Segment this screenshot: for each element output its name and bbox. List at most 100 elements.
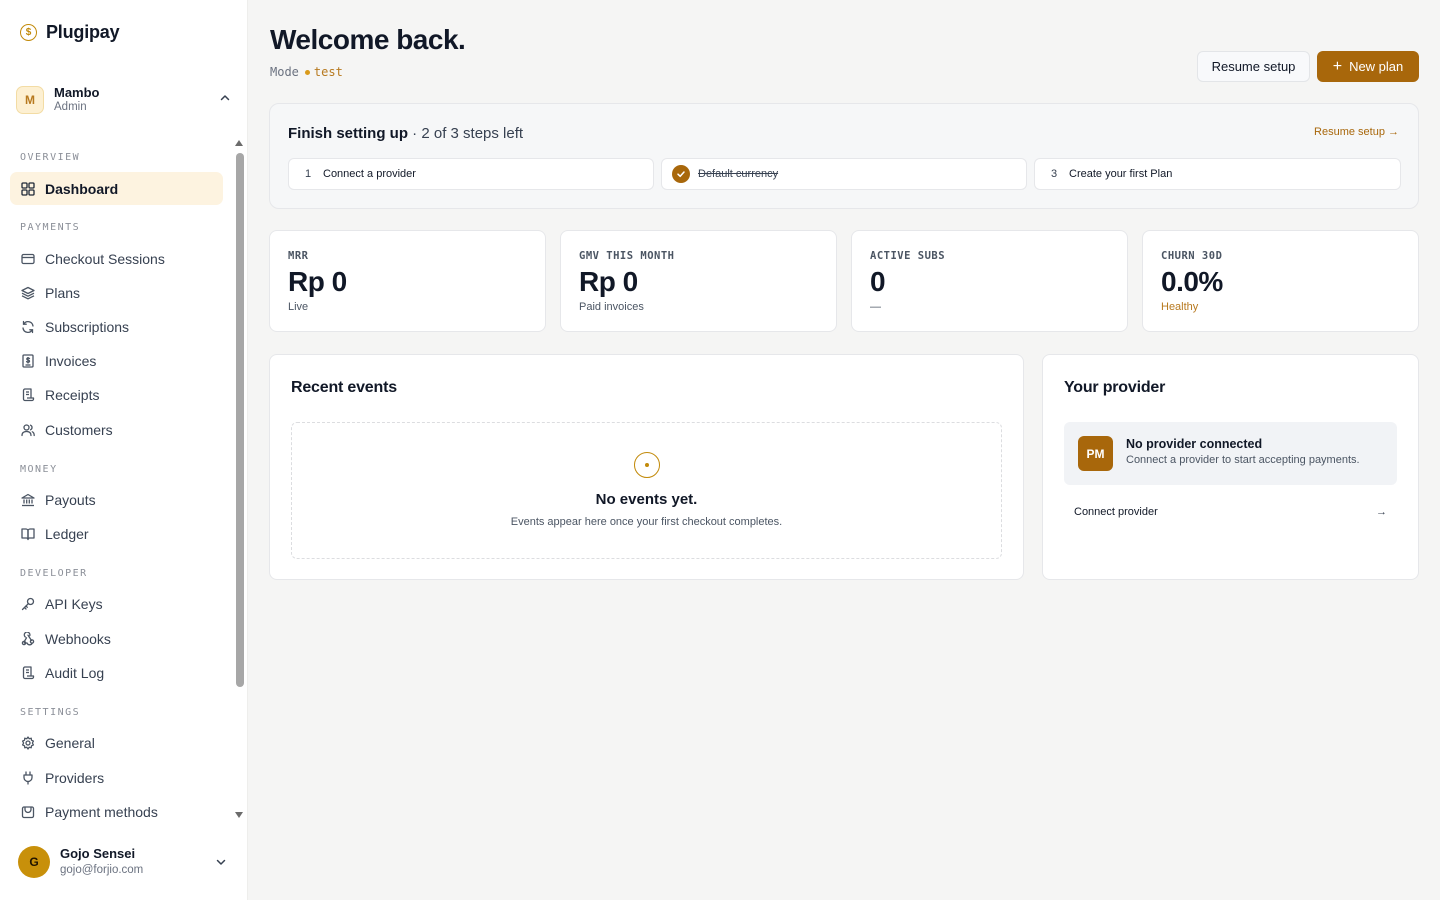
workspace-switcher[interactable]: M Mambo Admin	[16, 84, 234, 116]
connect-provider-link[interactable]: Connect provider →	[1064, 498, 1397, 526]
sidebar-item-label: Dashboard	[45, 180, 119, 197]
sidebar-item-ledger[interactable]: Ledger	[10, 517, 223, 550]
setup-steps-left: 2 of 3 steps left	[421, 125, 524, 142]
resume-setup-button[interactable]: Resume setup	[1197, 51, 1310, 82]
setup-step-create-plan[interactable]: 3 Create your first Plan	[1034, 158, 1401, 190]
wallet-icon	[20, 804, 35, 819]
new-plan-button[interactable]: + New plan	[1317, 51, 1419, 82]
gear-icon	[20, 735, 35, 750]
sidebar-item-label: Providers	[45, 769, 105, 786]
scroll-icon	[20, 665, 35, 680]
empty-subtitle: Events appear here once your first check…	[510, 516, 783, 528]
scroll-down-arrow-icon[interactable]	[235, 812, 243, 818]
sidebar-item-webhooks[interactable]: Webhooks	[10, 622, 223, 655]
key-icon	[20, 596, 35, 611]
setup-title-text: Finish setting up	[288, 125, 408, 142]
refresh-icon	[20, 319, 35, 334]
sidebar-item-receipts[interactable]: Receipts	[10, 378, 223, 411]
chevron-up-icon[interactable]	[218, 91, 232, 105]
step-label: Connect a provider	[323, 168, 416, 180]
provider-badge: PM	[1078, 436, 1113, 471]
sidebar: $ Plugipay M Mambo Admin OVERVIEW Dashbo…	[0, 0, 248, 900]
sidebar-item-label: Audit Log	[45, 664, 105, 681]
provider-status-title: No provider connected	[1126, 437, 1263, 451]
events-empty-state: No events yet. Events appear here once y…	[291, 422, 1002, 559]
sidebar-nav: OVERVIEW Dashboard PAYMENTS Checkout Ses…	[10, 140, 223, 825]
sidebar-item-payouts[interactable]: Payouts	[10, 483, 223, 516]
sidebar-item-label: Webhooks	[45, 630, 111, 647]
sidebar-item-checkout-sessions[interactable]: Checkout Sessions	[10, 242, 223, 275]
nav-section-developer: DEVELOPER	[20, 568, 88, 579]
card-title: Recent events	[291, 379, 397, 396]
users-icon	[20, 422, 35, 437]
sidebar-item-subscriptions[interactable]: Subscriptions	[10, 310, 223, 343]
stat-value: 0	[870, 266, 886, 297]
scroll-icon	[20, 387, 35, 402]
sidebar-item-label: Payouts	[45, 491, 96, 508]
sidebar-item-label: Payment methods	[45, 803, 158, 820]
chevron-down-icon[interactable]	[214, 855, 228, 869]
sidebar-item-label: Ledger	[45, 525, 89, 542]
step-number: 3	[1051, 168, 1058, 180]
sidebar-item-general[interactable]: General	[10, 726, 223, 759]
stat-card-churn: CHURN 30D 0.0% Healthy	[1142, 230, 1419, 332]
resume-setup-link[interactable]: Resume setup →	[1314, 126, 1399, 138]
stat-value: 0.0%	[1161, 266, 1223, 297]
mode-label: Mode	[270, 65, 299, 79]
mode-indicator: Mode test	[270, 65, 343, 79]
webhook-icon	[20, 631, 35, 646]
sidebar-scrollbar[interactable]	[234, 140, 244, 820]
invoice-icon	[20, 353, 35, 368]
stat-sub: Paid invoices	[579, 301, 644, 313]
setup-checklist: Finish setting up · 2 of 3 steps left Re…	[269, 103, 1419, 209]
sidebar-item-payment-methods[interactable]: Payment methods	[10, 795, 223, 825]
setup-step-default-currency[interactable]: Default currency	[661, 158, 1027, 190]
nav-section-overview: OVERVIEW	[20, 152, 81, 163]
recent-events-card: Recent events No events yet. Events appe…	[269, 354, 1024, 580]
setup-title: Finish setting up · 2 of 3 steps left	[288, 125, 523, 142]
sidebar-item-api-keys[interactable]: API Keys	[10, 587, 223, 620]
step-label: Create your first Plan	[1069, 168, 1173, 180]
mode-value: test	[313, 65, 343, 79]
setup-separator: ·	[412, 125, 418, 142]
dollar-coin-icon: $	[20, 24, 37, 41]
sidebar-item-label: Customers	[45, 421, 113, 438]
page-title: Welcome back.	[270, 24, 466, 55]
sidebar-item-providers[interactable]: Providers	[10, 761, 223, 794]
sidebar-item-label: Receipts	[45, 386, 100, 403]
brand[interactable]: $ Plugipay	[20, 22, 120, 43]
new-plan-label: New plan	[1349, 59, 1404, 74]
nav-section-settings: SETTINGS	[20, 707, 81, 718]
setup-step-connect-provider[interactable]: 1 Connect a provider	[288, 158, 654, 190]
sidebar-item-label: Plans	[45, 284, 81, 301]
brand-name: Plugipay	[46, 22, 120, 42]
stat-value: Rp 0	[579, 266, 638, 297]
scroll-up-arrow-icon[interactable]	[235, 140, 243, 146]
provider-status: PM No provider connected Connect a provi…	[1064, 422, 1397, 485]
stat-card-gmv: GMV THIS MONTH Rp 0 Paid invoices	[560, 230, 837, 332]
plus-icon: +	[1332, 58, 1343, 75]
sidebar-item-plans[interactable]: Plans	[10, 276, 223, 309]
stat-label: CHURN 30D	[1161, 250, 1223, 262]
sidebar-item-label: Checkout Sessions	[45, 250, 165, 267]
sidebar-item-customers[interactable]: Customers	[10, 413, 223, 446]
stat-value: Rp 0	[288, 266, 347, 297]
sidebar-item-invoices[interactable]: Invoices	[10, 344, 223, 377]
user-email: gojo@forjio.com	[60, 864, 144, 876]
sidebar-item-label: General	[45, 734, 95, 751]
card-title: Your provider	[1064, 379, 1166, 396]
sidebar-item-label: API Keys	[45, 595, 103, 612]
mode-dot-icon	[304, 69, 310, 75]
step-number: 1	[305, 168, 312, 180]
empty-circle-icon	[634, 452, 660, 478]
scrollbar-thumb[interactable]	[236, 153, 244, 687]
sidebar-item-audit-log[interactable]: Audit Log	[10, 656, 223, 689]
nav-section-payments: PAYMENTS	[20, 222, 81, 233]
user-menu[interactable]: G Gojo Sensei gojo@forjio.com	[18, 845, 232, 879]
sidebar-item-dashboard[interactable]: Dashboard	[10, 172, 223, 205]
credit-card-icon	[20, 251, 35, 266]
stat-card-mrr: MRR Rp 0 Live	[269, 230, 546, 332]
sidebar-item-label: Invoices	[45, 352, 97, 369]
avatar: G	[18, 846, 50, 878]
stat-label: GMV THIS MONTH	[579, 250, 675, 262]
